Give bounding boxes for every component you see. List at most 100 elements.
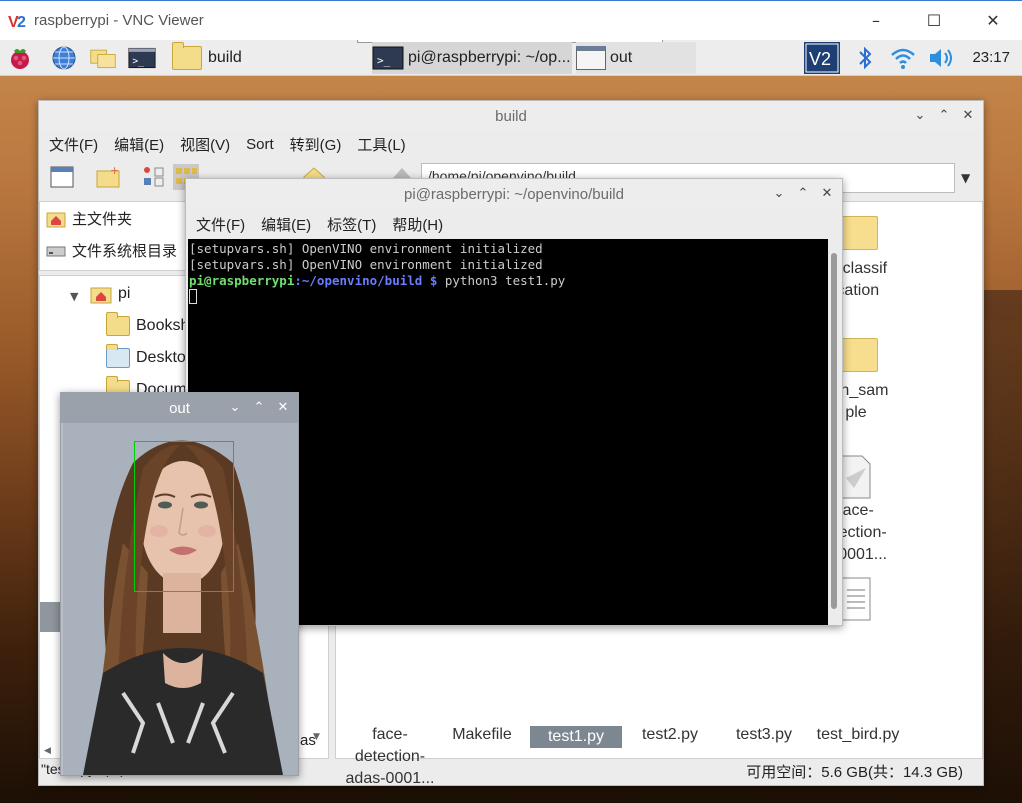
bluetooth-button[interactable] [855, 43, 875, 73]
folder-icon [172, 42, 202, 70]
menu-view[interactable]: 视图(V) [180, 134, 230, 155]
window-title: build [495, 108, 527, 125]
tree-item-desktop[interactable]: Desktop [106, 344, 195, 368]
vnc-logo-icon: V 2 [8, 14, 26, 31]
file-manager-button[interactable] [89, 43, 117, 73]
path-dropdown-icon[interactable]: ▼ [961, 171, 970, 185]
raspberry-menu-button[interactable] [6, 43, 34, 73]
face-detection-image [63, 423, 298, 775]
menu-help[interactable]: 帮助(H) [392, 214, 443, 235]
chevron-down-icon[interactable]: ⌄ [226, 399, 244, 417]
new-folder-icon[interactable]: + [95, 164, 121, 190]
window-icon [576, 46, 606, 70]
vnc-title-bar: V 2 raspberrypi - VNC Viewer – ☐ ✕ [0, 0, 1022, 40]
svg-text:V2: V2 [809, 49, 831, 69]
taskbar-item-out[interactable]: out [576, 42, 696, 74]
text-cursor [189, 289, 197, 304]
chevron-up-icon[interactable]: ⌃ [794, 185, 812, 203]
text-file-icon [841, 577, 871, 621]
menu-tools[interactable]: 工具(L) [357, 134, 405, 155]
wifi-button[interactable] [889, 43, 917, 73]
speaker-icon [930, 49, 952, 67]
menu-edit[interactable]: 编辑(E) [114, 134, 164, 155]
chevron-up-icon[interactable]: ⌃ [935, 107, 953, 125]
folders-icon [90, 49, 116, 69]
output-window: out ⌄ ⌃ ✕ [60, 392, 299, 776]
svg-text:>_: >_ [132, 56, 144, 67]
file-item-test1[interactable]: test1.py [530, 726, 622, 748]
svg-text:>_: >_ [377, 54, 391, 67]
tree-label: pi [118, 285, 131, 302]
bluetooth-icon [859, 46, 872, 70]
raspberry-icon [11, 49, 29, 69]
home-folder-icon [90, 287, 112, 304]
scroll-left-icon[interactable]: ◀ [44, 746, 51, 756]
menu-sort[interactable]: Sort [246, 136, 274, 153]
folder-icon [106, 312, 130, 336]
status-free-space: 可用空间：5.6 GB(共：14.3 GB) [746, 764, 963, 781]
places-label: 主文件夹 [72, 211, 133, 228]
menu-go[interactable]: 转到(G) [290, 134, 342, 155]
terminal-launcher-button[interactable]: >_ [128, 43, 156, 73]
prompt-path: :~/openvino/build $ [294, 273, 438, 288]
file-manager-title-bar[interactable]: build ⌄ ⌃ ✕ [39, 101, 983, 131]
file-item-test2[interactable]: test2.py [624, 724, 716, 746]
web-browser-button[interactable] [50, 43, 78, 73]
clock[interactable]: 23:17 [972, 49, 1010, 66]
places-home[interactable]: 主文件夹 [46, 208, 132, 229]
terminal-icon: >_ [128, 47, 156, 69]
file-item-test-bird[interactable]: test_bird.py [812, 724, 904, 746]
terminal-menubar: 文件(F) 编辑(E) 标签(T) 帮助(H) [186, 211, 842, 237]
menu-file[interactable]: 文件(F) [49, 134, 98, 155]
chevron-down-icon[interactable]: ⌄ [770, 185, 788, 203]
terminal-title-bar[interactable]: pi@raspberrypi: ~/openvino/build ⌄ ⌃ ✕ [186, 179, 842, 209]
vnc-server-tray-button[interactable]: V2 [804, 42, 840, 74]
icon-view-icon[interactable] [141, 164, 167, 190]
terminal-scrollbar[interactable] [828, 239, 840, 625]
prompt-user: pi@raspberrypi [189, 273, 295, 288]
terminal-icon: >_ [372, 46, 404, 70]
vnc-icon: V2 [805, 43, 839, 73]
file-manager-menubar: 文件(F) 编辑(E) 视图(V) Sort 转到(G) 工具(L) [39, 131, 983, 157]
taskbar: >_ build >_ pi@raspberrypi: ~/op... out … [0, 40, 1022, 76]
scrollbar-thumb[interactable] [831, 253, 837, 609]
globe-icon [52, 46, 76, 70]
svg-text:+: + [110, 164, 119, 177]
places-filesystem-root[interactable]: 文件系统根目录 [46, 240, 177, 261]
vnc-window-title: raspberrypi - VNC Viewer [34, 12, 204, 29]
output-title-bar[interactable]: out ⌄ ⌃ ✕ [61, 393, 298, 423]
taskbar-item-label: build [208, 49, 242, 66]
close-icon[interactable]: ✕ [274, 399, 292, 417]
taskbar-item-label: pi@raspberrypi: ~/op... [408, 49, 571, 66]
file-item-makefile[interactable]: Makefile [436, 724, 528, 746]
chevron-up-icon[interactable]: ⌃ [250, 399, 268, 417]
scroll-down-icon[interactable]: ▼ [313, 732, 320, 742]
places-pane: 主文件夹 文件系统根目录 [39, 201, 187, 271]
taskbar-item-build[interactable]: build [172, 42, 350, 74]
menu-tabs[interactable]: 标签(T) [327, 214, 376, 235]
taskbar-item-terminal[interactable]: >_ pi@raspberrypi: ~/op... [372, 42, 572, 74]
places-label: 文件系统根目录 [72, 243, 178, 260]
window-title: pi@raspberrypi: ~/openvino/build [404, 186, 624, 203]
close-icon[interactable]: ✕ [818, 185, 836, 203]
terminal-line: [setupvars.sh] OpenVINO environment init… [189, 257, 543, 272]
terminal-line: [setupvars.sh] OpenVINO environment init… [189, 241, 543, 256]
file-item-test3[interactable]: test3.py [718, 724, 810, 746]
tree-item-pi[interactable]: pi [90, 284, 130, 304]
close-icon[interactable]: ✕ [981, 9, 1005, 33]
tree-selection-marker [40, 602, 62, 632]
menu-file[interactable]: 文件(F) [196, 214, 245, 235]
menu-edit[interactable]: 编辑(E) [261, 214, 311, 235]
document-icon [841, 455, 871, 499]
volume-button[interactable] [927, 43, 957, 73]
expander-icon[interactable]: ▼ [70, 290, 78, 303]
minimize-icon[interactable]: – [864, 9, 888, 33]
close-icon[interactable]: ✕ [959, 107, 977, 125]
taskbar-item-label: out [610, 49, 633, 66]
svg-text:2: 2 [17, 14, 26, 31]
new-window-icon[interactable] [49, 164, 75, 190]
detection-box [134, 441, 234, 592]
maximize-icon[interactable]: ☐ [922, 9, 946, 33]
chevron-down-icon[interactable]: ⌄ [911, 107, 929, 125]
wifi-icon [891, 48, 915, 69]
